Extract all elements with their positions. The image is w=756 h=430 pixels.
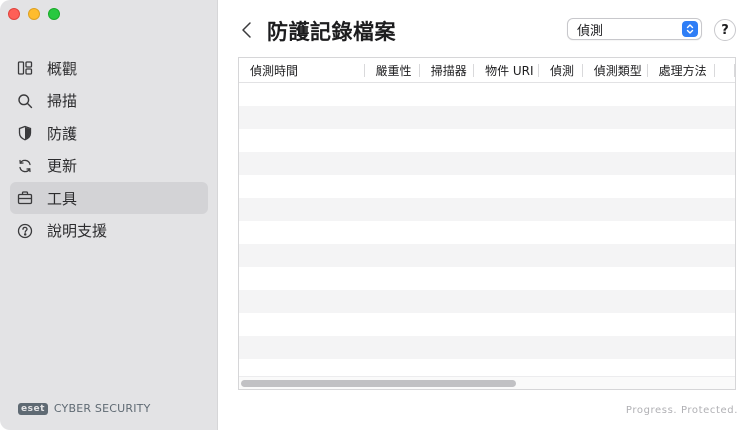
sidebar-item-label: 工具 [47,189,78,208]
column-header-object-uri[interactable]: 物件 URI [474,58,539,83]
table-row [239,267,735,290]
help-button[interactable]: ? [714,19,736,41]
eset-logo: eset [18,402,48,415]
search-icon [16,92,34,110]
sidebar-item-label: 概觀 [47,59,78,78]
table-row [239,336,735,359]
briefcase-icon [16,189,34,207]
table-row [239,175,735,198]
table-row [239,106,735,129]
minimize-window-button[interactable] [28,8,40,20]
sidebar-item-label: 說明支援 [47,222,108,240]
refresh-icon [16,157,34,175]
table-header: 偵測時間 嚴重性 掃描器 物件 URI 偵測 偵測類型 處理方法 [239,58,735,83]
table-row [239,129,735,152]
column-header-overflow [715,58,735,83]
maximize-window-button[interactable] [48,8,60,20]
log-table[interactable]: 偵測時間 嚴重性 掃描器 物件 URI 偵測 偵測類型 處理方法 [238,57,736,390]
table-row [239,244,735,267]
table-row [239,83,735,106]
sidebar-item-overview[interactable]: 概觀 [10,52,208,84]
column-header-detection-time[interactable]: 偵測時間 [239,58,365,83]
column-header-scanner[interactable]: 掃描器 [420,58,475,83]
table-row [239,152,735,175]
app-window: 概觀 掃描 防護 更新 工具 說明支援 eset CYBER SECURITY … [0,0,756,430]
main-content: 防護記錄檔案 偵測 ? 偵測時間 嚴重性 掃描器 物件 URI 偵測 偵測類型 … [218,0,756,430]
sidebar-item-label: 防護 [47,124,78,143]
sidebar-item-scan[interactable]: 掃描 [10,85,208,117]
sidebar-item-label: 更新 [47,157,78,175]
help-circle-icon [16,222,34,240]
close-window-button[interactable] [8,8,20,20]
page-title: 防護記錄檔案 [267,20,396,44]
log-type-select[interactable]: 偵測 [567,18,702,40]
scrollbar-thumb[interactable] [241,380,516,387]
sidebar-item-help[interactable]: 說明支援 [10,215,208,247]
table-row [239,198,735,221]
back-button[interactable] [240,20,254,40]
sidebar: 概觀 掃描 防護 更新 工具 說明支援 eset CYBER SECURITY [0,0,218,430]
column-header-detection-type[interactable]: 偵測類型 [583,58,648,83]
table-body [239,83,735,382]
horizontal-scrollbar[interactable] [239,376,735,389]
sidebar-nav: 概觀 掃描 防護 更新 工具 說明支援 [10,52,208,247]
table-row [239,290,735,313]
column-header-action[interactable]: 處理方法 [648,58,716,83]
window-controls [8,8,60,20]
tagline: Progress. Protected. [625,405,738,416]
brand-product-name: CYBER SECURITY [53,402,151,415]
table-row [239,221,735,244]
table-row [239,313,735,336]
sidebar-item-tools[interactable]: 工具 [10,182,208,214]
brand: eset CYBER SECURITY [18,402,151,415]
sidebar-item-update[interactable]: 更新 [10,150,208,182]
column-header-severity[interactable]: 嚴重性 [365,58,421,83]
chevron-left-icon [242,22,251,38]
shield-icon [16,124,34,142]
chevron-up-down-icon [682,21,698,37]
overview-icon [16,59,34,77]
sidebar-item-protection[interactable]: 防護 [10,117,208,149]
log-type-select-value: 偵測 [577,23,604,39]
sidebar-item-label: 掃描 [47,92,78,110]
column-header-detection[interactable]: 偵測 [539,58,583,83]
